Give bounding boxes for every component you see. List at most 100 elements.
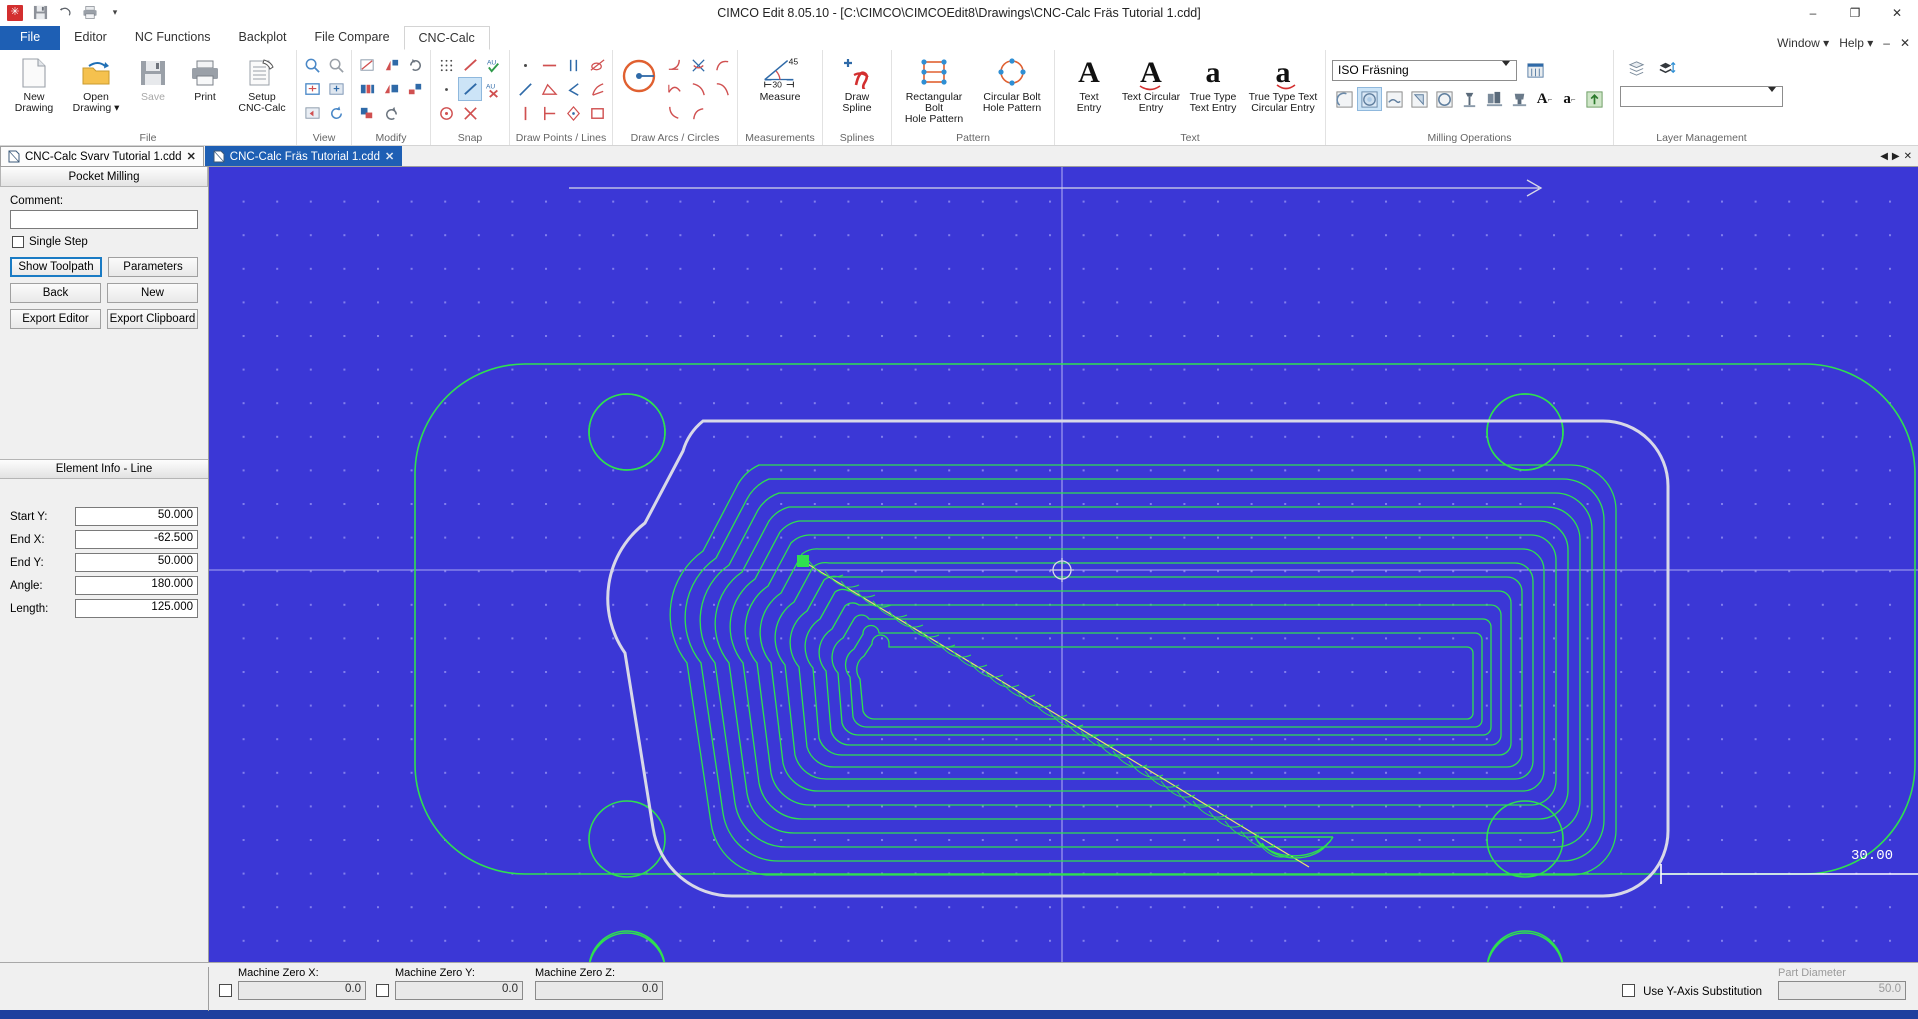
machine-zero-z-value[interactable]: 0.0 bbox=[535, 981, 663, 1000]
draw-chamfer-icon[interactable] bbox=[585, 77, 609, 101]
ribbon-minimize-button[interactable]: – bbox=[1883, 36, 1890, 50]
zoom-fit-icon[interactable] bbox=[300, 77, 324, 101]
text-entry-button[interactable]: A Text Entry bbox=[1058, 53, 1120, 114]
field-end-x-value[interactable]: -62.500 bbox=[75, 530, 198, 549]
ribbon-tab-editor[interactable]: Editor bbox=[60, 26, 121, 50]
pocket-milling-icon[interactable] bbox=[1357, 87, 1382, 111]
measure-button[interactable]: 45 30 Measure bbox=[741, 53, 819, 103]
machine-zero-y-checkbox[interactable] bbox=[376, 984, 389, 997]
snap-center-icon[interactable] bbox=[434, 101, 458, 125]
mirror-icon[interactable] bbox=[379, 53, 403, 77]
snap-point-icon[interactable] bbox=[434, 77, 458, 101]
save-button[interactable]: Save bbox=[127, 53, 179, 103]
text-circular-entry-button[interactable]: A Text Circular Entry bbox=[1120, 53, 1182, 114]
chevron-down-icon[interactable] bbox=[1764, 92, 1780, 101]
draw-horizontal-line-icon[interactable] bbox=[537, 53, 561, 77]
draw-arc-concentric-icon[interactable] bbox=[710, 77, 734, 101]
delete-icon[interactable] bbox=[403, 77, 427, 101]
machine-select[interactable]: ISO Fräsning bbox=[1332, 60, 1517, 81]
ribbon-tab-backplot[interactable]: Backplot bbox=[225, 26, 301, 50]
snap-auto-icon[interactable]: AU bbox=[482, 53, 506, 77]
machine-zero-x-value[interactable]: 0.0 bbox=[238, 981, 366, 1000]
undo-icon[interactable] bbox=[54, 2, 76, 24]
draw-arc-radius-icon[interactable] bbox=[686, 77, 710, 101]
show-toolpath-button[interactable]: Show Toolpath bbox=[10, 257, 102, 277]
document-close-button[interactable]: ✕ bbox=[1900, 36, 1910, 50]
field-start-y-value[interactable]: 50.000 bbox=[75, 507, 198, 526]
back-button[interactable]: Back bbox=[10, 283, 101, 303]
new-drawing-button[interactable]: New Drawing bbox=[3, 53, 65, 114]
draw-angle-line-icon[interactable] bbox=[561, 77, 585, 101]
snap-off-icon[interactable]: AU bbox=[482, 77, 506, 101]
true-type-text-circular-entry-button[interactable]: a True Type Text Circular Entry bbox=[1244, 53, 1322, 114]
snap-grid-icon[interactable] bbox=[434, 53, 458, 77]
export-clipboard-button[interactable]: Export Clipboard bbox=[107, 309, 198, 329]
circle-milling-icon[interactable] bbox=[1432, 87, 1457, 111]
snap-endpoint-icon[interactable] bbox=[458, 77, 482, 101]
new-button[interactable]: New bbox=[107, 283, 198, 303]
draw-rectangle-icon[interactable] bbox=[585, 101, 609, 125]
draw-arc-tangent-icon[interactable] bbox=[662, 53, 686, 77]
tool-library-icon[interactable] bbox=[1482, 87, 1507, 111]
setup-cnc-calc-button[interactable]: Setup CNC-Calc bbox=[231, 53, 293, 114]
close-icon[interactable]: ✕ bbox=[187, 150, 196, 163]
copy-icon[interactable] bbox=[355, 101, 379, 125]
draw-point-icon[interactable] bbox=[513, 53, 537, 77]
document-tab-svarv[interactable]: CNC-Calc Svarv Tutorial 1.cdd ✕ bbox=[0, 146, 204, 166]
part-diameter-value[interactable]: 50.0 bbox=[1778, 981, 1906, 1000]
rotate-icon[interactable] bbox=[403, 53, 427, 77]
draw-arc-fillet-icon[interactable] bbox=[686, 53, 710, 77]
tab-close-icon[interactable]: ✕ bbox=[1904, 151, 1912, 162]
close-button[interactable]: ✕ bbox=[1876, 0, 1918, 26]
draw-tangent-line-icon[interactable] bbox=[585, 53, 609, 77]
drawing-canvas[interactable]: 30.00 bbox=[209, 167, 1918, 962]
circular-bolt-hole-pattern-button[interactable]: Circular Bolt Hole Pattern bbox=[973, 53, 1051, 114]
drawing-svg[interactable]: 30.00 bbox=[209, 167, 1918, 962]
draw-circle-center-radius-icon[interactable] bbox=[616, 53, 662, 99]
tool-settings-icon[interactable] bbox=[1507, 87, 1532, 111]
y-axis-substitution-checkbox[interactable] bbox=[1622, 984, 1635, 997]
machine-setup-icon[interactable] bbox=[1523, 58, 1547, 82]
draw-perpendicular-icon[interactable] bbox=[537, 101, 561, 125]
face-milling-icon[interactable] bbox=[1382, 87, 1407, 111]
true-type-text-entry-button[interactable]: a True Type Text Entry bbox=[1182, 53, 1244, 114]
save-icon[interactable] bbox=[29, 2, 51, 24]
chevron-down-icon[interactable] bbox=[1498, 66, 1514, 75]
close-icon[interactable]: ✕ bbox=[385, 150, 394, 163]
snap-line-icon[interactable] bbox=[458, 53, 482, 77]
field-end-y-value[interactable]: 50.000 bbox=[75, 553, 198, 572]
print-icon[interactable] bbox=[79, 2, 101, 24]
draw-line-2points-icon[interactable] bbox=[513, 77, 537, 101]
text-milling-icon[interactable]: A⌐ bbox=[1532, 87, 1557, 111]
draw-arc-start-end-icon[interactable] bbox=[662, 77, 686, 101]
contour-milling-icon[interactable] bbox=[1332, 87, 1357, 111]
snap-intersection-icon[interactable] bbox=[458, 101, 482, 125]
zoom-in-icon[interactable] bbox=[300, 53, 324, 77]
help-menu[interactable]: Help ▾ bbox=[1839, 36, 1873, 50]
parameters-button[interactable]: Parameters bbox=[108, 257, 198, 277]
cimco-logo-icon[interactable]: ✳ bbox=[4, 2, 26, 24]
redraw-icon[interactable] bbox=[324, 101, 348, 125]
minimize-button[interactable]: – bbox=[1792, 0, 1834, 26]
tab-prev-icon[interactable]: ◀ bbox=[1880, 151, 1888, 162]
draw-triangle-icon[interactable] bbox=[537, 77, 561, 101]
draw-parallel-lines-icon[interactable] bbox=[561, 53, 585, 77]
window-menu[interactable]: Window ▾ bbox=[1777, 36, 1829, 50]
rectangular-bolt-hole-pattern-button[interactable]: Rectangular Bolt Hole Pattern bbox=[895, 53, 973, 125]
zoom-previous-icon[interactable] bbox=[300, 101, 324, 125]
machine-zero-x-checkbox[interactable] bbox=[219, 984, 232, 997]
draw-vertical-line-icon[interactable] bbox=[513, 101, 537, 125]
single-step-checkbox[interactable] bbox=[12, 236, 24, 248]
quick-access-more-icon[interactable]: ▾ bbox=[104, 2, 126, 24]
document-tab-fras[interactable]: CNC-Calc Fräs Tutorial 1.cdd ✕ bbox=[205, 146, 402, 166]
open-drawing-button[interactable]: Open Drawing ▾ bbox=[65, 53, 127, 114]
tool-change-icon[interactable] bbox=[1457, 87, 1482, 111]
field-angle-value[interactable]: 180.000 bbox=[75, 576, 198, 595]
pan-icon[interactable] bbox=[324, 77, 348, 101]
maximize-button[interactable]: ❐ bbox=[1834, 0, 1876, 26]
drilling-icon[interactable] bbox=[1407, 87, 1432, 111]
zoom-window-icon[interactable] bbox=[324, 53, 348, 77]
print-button[interactable]: Print bbox=[179, 53, 231, 103]
export-milling-icon[interactable] bbox=[1582, 87, 1607, 111]
machine-zero-y-value[interactable]: 0.0 bbox=[395, 981, 523, 1000]
